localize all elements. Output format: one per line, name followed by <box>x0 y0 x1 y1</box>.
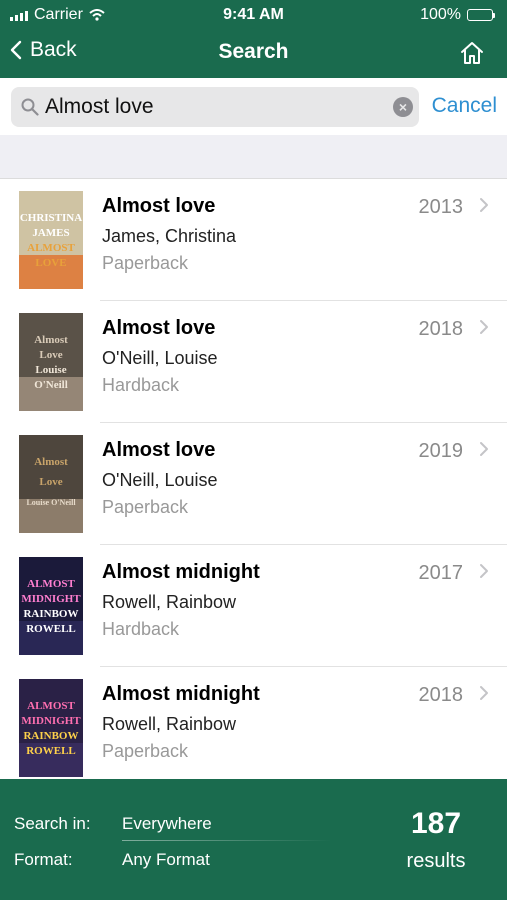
home-icon[interactable] <box>459 40 485 66</box>
result-format: Paperback <box>102 741 189 761</box>
cover-text: Love <box>39 476 62 488</box>
top-bar: Carrier 9:41 AM 100% Back Search <box>0 0 507 78</box>
result-year: 2013 <box>418 196 464 218</box>
chevron-right-icon <box>480 442 488 456</box>
nav-bar: Back Search <box>0 30 507 78</box>
clear-icon[interactable]: × <box>393 97 413 117</box>
result-row[interactable]: ALMOST MIDNIGHT RAINBOW ROWELL Almost midnig… <box>0 667 507 779</box>
result-title: Almost love <box>102 317 216 339</box>
cover-text: ALMOST <box>27 578 75 590</box>
cover-text: Love <box>39 349 62 361</box>
search-bar: × Cancel <box>0 78 507 135</box>
results-count: 187 <box>410 807 462 840</box>
results-count-label: results <box>406 850 466 872</box>
page-title: Search <box>218 40 289 63</box>
cover-text: ALMOST <box>27 700 75 712</box>
status-bar: Carrier 9:41 AM 100% <box>0 0 507 30</box>
result-format: Paperback <box>102 253 189 273</box>
cover-text: O'Neill <box>34 379 68 391</box>
result-row[interactable]: Almost Love Louise O'Neill Almost love O'Nei… <box>0 423 507 545</box>
result-row[interactable]: Almost Love Louise O'Neill Almost love O'Neil… <box>0 301 507 423</box>
cover-text: ALMOST <box>27 242 75 254</box>
book-cover-image: Almost Love Louise O'Neill <box>19 313 83 411</box>
result-author: Rowell, Rainbow <box>102 592 237 612</box>
result-row[interactable]: ALMOST MIDNIGHT RAINBOW ROWELL Almost midnig… <box>0 545 507 667</box>
search-footer: Search in: Everywhere Format: Any Format… <box>0 779 507 900</box>
format-label: Format: <box>14 850 73 869</box>
cover-text: RAINBOW <box>23 608 78 620</box>
cover-text: CHRISTINA <box>20 212 82 224</box>
result-row[interactable]: CHRISTINA JAMES ALMOST LOVE Almost love James… <box>0 179 507 301</box>
result-author: James, Christina <box>102 226 237 246</box>
list-header-spacer <box>0 135 507 179</box>
battery-icon <box>467 9 495 21</box>
search-input[interactable] <box>45 87 375 127</box>
chevron-right-icon <box>480 320 488 334</box>
battery-group: 100% <box>420 6 495 24</box>
result-author: Rowell, Rainbow <box>102 714 237 734</box>
footer-divider <box>122 840 332 841</box>
cover-text: ROWELL <box>26 623 76 635</box>
result-year: 2018 <box>418 318 464 340</box>
result-format: Hardback <box>102 375 180 395</box>
cover-text: RAINBOW <box>23 730 78 742</box>
book-cover-image: ALMOST MIDNIGHT RAINBOW ROWELL <box>19 557 83 655</box>
cover-text: LOVE <box>35 257 66 269</box>
result-title: Almost midnight <box>102 561 260 583</box>
cover-text: Louise <box>35 364 66 376</box>
result-format: Paperback <box>102 497 189 517</box>
result-title: Almost love <box>102 439 216 461</box>
result-year: 2018 <box>418 684 464 706</box>
chevron-right-icon <box>480 198 488 212</box>
battery-label: 100% <box>420 6 461 23</box>
cover-text: MIDNIGHT <box>21 715 81 727</box>
result-title: Almost midnight <box>102 683 260 705</box>
cover-text: Louise O'Neill <box>26 498 76 507</box>
chevron-right-icon <box>480 686 488 700</box>
search-in-value[interactable]: Everywhere <box>122 814 212 834</box>
cover-text: Almost <box>34 456 68 468</box>
cover-text: MIDNIGHT <box>21 593 81 605</box>
book-cover-image: CHRISTINA JAMES ALMOST LOVE <box>19 191 83 289</box>
search-in-label: Search in: <box>14 814 91 833</box>
result-format: Hardback <box>102 619 180 639</box>
result-author: O'Neill, Louise <box>102 348 218 368</box>
chevron-right-icon <box>480 564 488 578</box>
result-author: O'Neill, Louise <box>102 470 218 490</box>
search-icon <box>21 98 39 116</box>
results-list: CHRISTINA JAMES ALMOST LOVE Almost love James… <box>0 179 507 779</box>
cover-text: Almost <box>34 334 68 346</box>
result-year: 2019 <box>418 440 464 462</box>
result-title: Almost love <box>102 195 216 217</box>
book-cover-image: ALMOST MIDNIGHT RAINBOW ROWELL <box>19 679 83 777</box>
search-field: × <box>11 87 419 127</box>
cancel-button[interactable]: Cancel <box>432 94 497 118</box>
book-cover-image: Almost Love Louise O'Neill <box>19 435 83 533</box>
cover-text: JAMES <box>32 227 69 239</box>
cover-text: ROWELL <box>26 745 76 757</box>
result-year: 2017 <box>418 562 464 584</box>
format-value[interactable]: Any Format <box>122 850 210 870</box>
